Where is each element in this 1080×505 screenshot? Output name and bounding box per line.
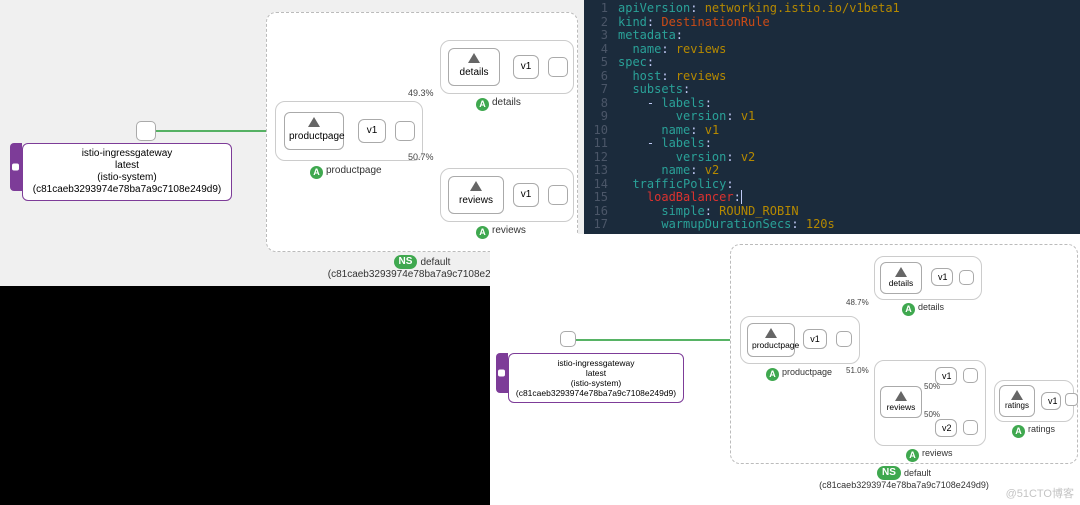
gateway-handle[interactable]	[496, 353, 508, 393]
pct-rv1: 50%	[924, 382, 940, 391]
pct-reviews: 50.7%	[408, 152, 434, 162]
svc-productpage[interactable]: productpage	[747, 323, 795, 357]
pill-ratings-v1[interactable]: v1	[1041, 392, 1061, 410]
svc-details[interactable]: details	[880, 262, 922, 294]
pill-details-v1[interactable]: v1	[931, 268, 953, 286]
gateway-port	[560, 331, 576, 347]
pill-reviews-v1[interactable]: v1	[513, 183, 539, 207]
gateway-port	[136, 121, 156, 141]
pill-details-v1[interactable]: v1	[513, 55, 539, 79]
pct-details: 49.3%	[408, 88, 434, 98]
port-reviews-v2	[963, 420, 978, 435]
gateway-handle[interactable]	[10, 143, 22, 191]
code-body: 1apiVersion: networking.istio.io/v1beta1…	[584, 0, 1080, 232]
empty-panel	[0, 286, 490, 505]
svc-details[interactable]: details	[448, 48, 500, 86]
code-editor[interactable]: 1apiVersion: networking.istio.io/v1beta1…	[584, 0, 1080, 234]
gateway-node[interactable]: istio-ingressgateway latest (istio-syste…	[22, 143, 232, 201]
port-details	[959, 270, 974, 285]
pct-rv2: 50%	[924, 410, 940, 419]
port-ratings	[1065, 393, 1078, 406]
svc-productpage[interactable]: productpage	[284, 112, 344, 150]
gateway-name: istio-ingressgateway	[29, 148, 225, 160]
svc-reviews[interactable]: reviews	[880, 386, 922, 418]
port-reviews-v1	[963, 368, 978, 383]
ns-badge: NS	[394, 255, 418, 269]
pill-productpage-v1[interactable]: v1	[358, 119, 386, 143]
svc-ratings[interactable]: ratings	[999, 385, 1035, 417]
app-label-reviews: Areviews	[906, 448, 953, 462]
svc-reviews[interactable]: reviews	[448, 176, 504, 214]
gateway-id: (c81caeb3293974e78ba7a9c7108e249d9)	[29, 184, 225, 196]
watermark: @51CTO博客	[1006, 485, 1074, 501]
port-productpage	[395, 121, 415, 141]
gateway-version: latest	[29, 160, 225, 172]
app-label-details: Adetails	[902, 302, 944, 316]
port-details	[548, 57, 568, 77]
pill-productpage-v1[interactable]: v1	[803, 329, 827, 349]
port-reviews	[548, 185, 568, 205]
app-label-details: Adetails	[476, 97, 521, 111]
pct-reviews: 51.0%	[846, 366, 869, 375]
port-productpage	[836, 331, 852, 347]
app-label-productpage: Aproductpage	[766, 367, 832, 381]
gateway-node[interactable]: istio-ingressgateway latest (istio-syste…	[508, 353, 684, 403]
gateway-namespace: (istio-system)	[29, 172, 225, 184]
app-label-productpage: Aproductpage	[310, 165, 382, 179]
pct-details: 48.7%	[846, 298, 869, 307]
pill-reviews-v2[interactable]: v2	[935, 419, 957, 437]
graph-2: istio-ingressgateway latest (istio-syste…	[490, 234, 1080, 505]
app-label-ratings: Aratings	[1012, 424, 1055, 438]
